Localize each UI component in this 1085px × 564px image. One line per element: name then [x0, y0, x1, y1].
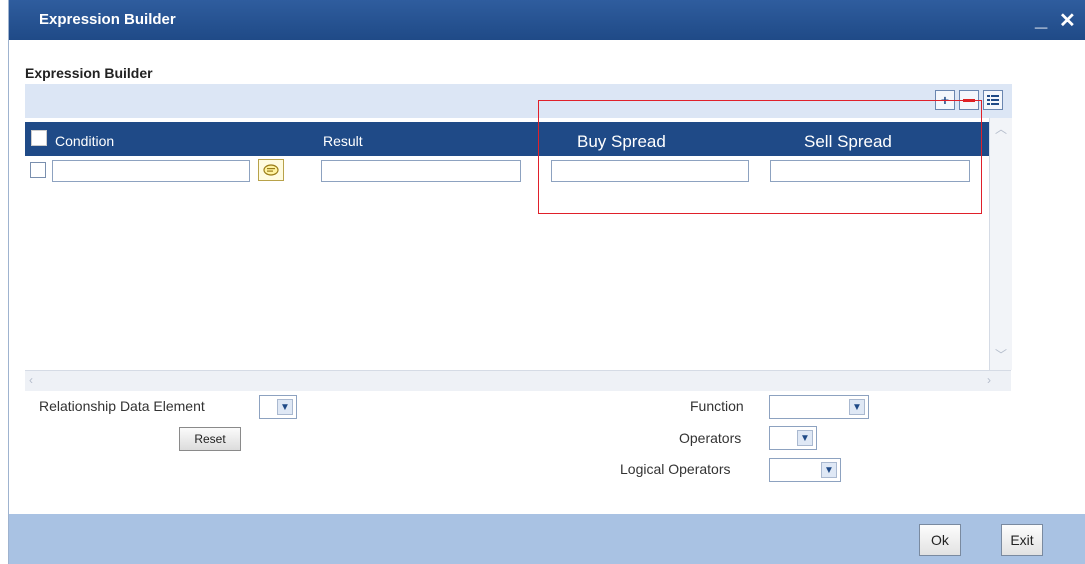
logical-operators-select[interactable]: ▼: [769, 458, 841, 482]
scroll-up-arrow-icon[interactable]: ︿: [995, 120, 1007, 137]
grid-toolbar: +: [25, 84, 1012, 118]
close-button[interactable]: ✕: [1059, 8, 1076, 33]
function-select[interactable]: ▼: [769, 395, 869, 419]
ok-button[interactable]: Ok: [919, 524, 961, 556]
chevron-down-icon: ▼: [849, 399, 865, 415]
operators-label: Operators: [679, 430, 742, 446]
vertical-scrollbar[interactable]: ︿ ﹀: [989, 118, 1012, 370]
operators-select[interactable]: ▼: [769, 426, 817, 450]
scroll-down-arrow-icon[interactable]: ﹀: [995, 346, 1007, 363]
column-header-result: Result: [323, 133, 363, 149]
footer-bar: Ok Exit: [9, 514, 1085, 564]
expression-grid: Condition Result Buy Spread Sell Spread: [25, 122, 989, 370]
buy-spread-input[interactable]: [551, 160, 749, 182]
add-row-button[interactable]: +: [935, 90, 955, 110]
chevron-down-icon: ▼: [277, 399, 293, 415]
logical-operators-label: Logical Operators: [620, 461, 731, 477]
row-checkbox[interactable]: [30, 162, 46, 178]
single-view-button[interactable]: [983, 90, 1003, 110]
reset-button[interactable]: Reset: [179, 427, 241, 451]
list-view-icon: [987, 95, 999, 105]
horizontal-scrollbar[interactable]: ‹ ›: [25, 370, 1011, 391]
speech-bubble-icon: [263, 163, 279, 176]
window-title: Expression Builder: [39, 11, 176, 28]
section-label: Expression Builder: [25, 65, 153, 81]
grid-header: Condition Result Buy Spread Sell Spread: [25, 122, 989, 156]
relationship-data-element-select[interactable]: ▼: [259, 395, 297, 419]
expression-builder-window: Expression Builder _ ✕ Expression Builde…: [8, 0, 1085, 564]
chevron-down-icon: ▼: [797, 430, 813, 446]
delete-row-button[interactable]: [959, 90, 979, 110]
title-bar: Expression Builder _ ✕: [9, 0, 1085, 40]
sell-spread-input[interactable]: [770, 160, 970, 182]
condition-input[interactable]: [52, 160, 250, 182]
chevron-down-icon: ▼: [821, 462, 837, 478]
condition-editor-button[interactable]: [258, 159, 284, 181]
relationship-data-element-label: Relationship Data Element: [39, 398, 205, 414]
select-all-checkbox[interactable]: [31, 130, 47, 146]
table-row: [25, 156, 989, 186]
result-input[interactable]: [321, 160, 521, 182]
column-header-buy-spread: Buy Spread: [577, 132, 666, 151]
minus-icon: [963, 98, 975, 102]
minimize-button[interactable]: _: [1035, 6, 1047, 32]
scroll-right-arrow-icon[interactable]: ›: [987, 373, 991, 387]
scroll-left-arrow-icon[interactable]: ‹: [29, 373, 33, 387]
column-header-sell-spread: Sell Spread: [804, 132, 892, 151]
exit-button[interactable]: Exit: [1001, 524, 1043, 556]
plus-icon: +: [940, 92, 950, 108]
column-header-condition: Condition: [55, 133, 115, 149]
function-label: Function: [690, 398, 744, 414]
